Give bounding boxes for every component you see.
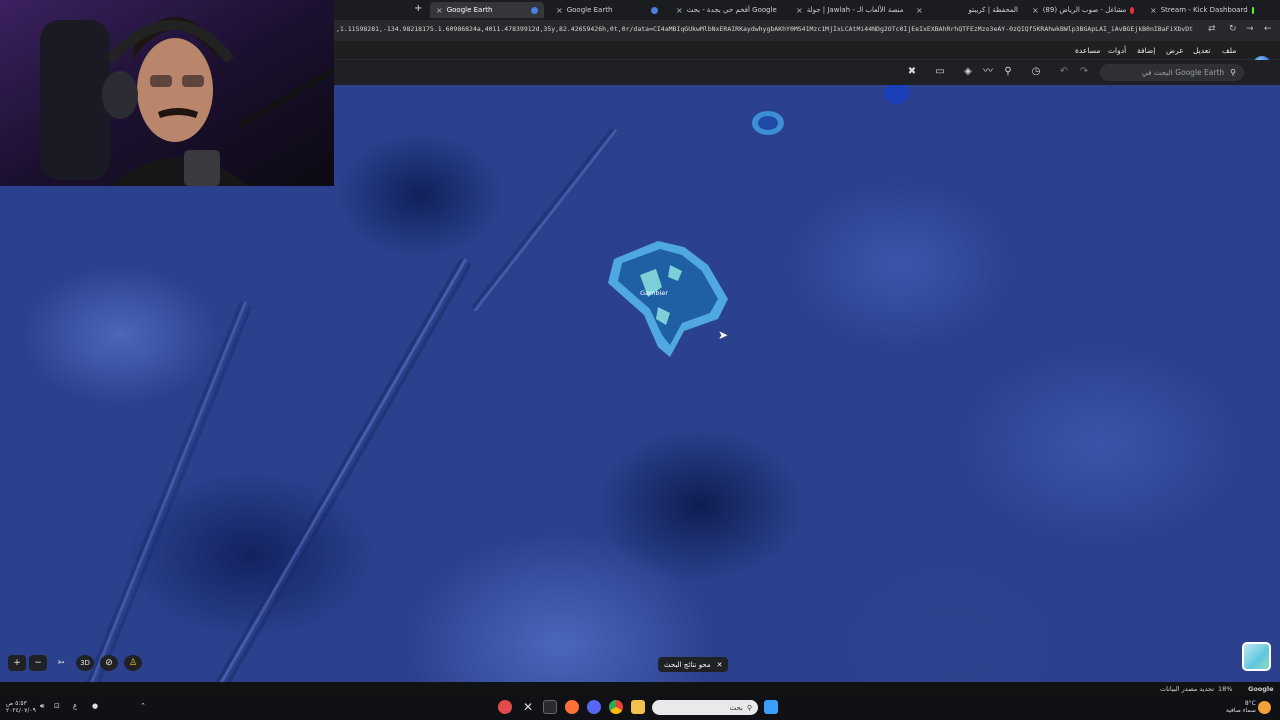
windows-start-icon[interactable] <box>764 700 778 714</box>
windows-taskbar: ✕ <box>0 695 1280 720</box>
menu-help[interactable]: مساعدة <box>1075 46 1100 55</box>
forward-icon[interactable]: → <box>1246 24 1254 34</box>
firefox-icon[interactable] <box>565 700 579 714</box>
mic-icon[interactable]: ● <box>92 702 98 710</box>
language-indicator[interactable]: ع <box>73 702 77 710</box>
site-settings-icon[interactable]: ⇄ <box>1208 24 1216 34</box>
tab-kick-dashboard[interactable]: × Stream - Kick Dashboard <box>1144 2 1260 18</box>
close-tab-icon[interactable]: × <box>556 6 563 15</box>
earth-search-input[interactable]: البحث في Google Earth ⚲ <box>1100 64 1244 81</box>
clock[interactable]: ٥:٥٣ ص ٢٠٢٤/٠٧/٠٩ <box>6 700 36 714</box>
chrome-icon[interactable] <box>609 700 623 714</box>
seafloor-ridge <box>470 126 620 314</box>
screen: Gambier ➤ + × Google Earth × Google Eart… <box>0 0 1280 720</box>
kick-favicon-icon <box>1251 6 1254 14</box>
pegman-icon[interactable]: ♙ <box>124 655 142 671</box>
weather-icon <box>1258 701 1271 714</box>
tab-google-earth-active[interactable]: × Google Earth <box>430 2 544 18</box>
discord-icon[interactable] <box>587 700 601 714</box>
close-tab-icon[interactable]: × <box>676 6 683 15</box>
zoom-in-button[interactable]: + <box>8 655 26 671</box>
layers-icon[interactable]: ◈ <box>962 66 974 78</box>
earth-favicon-icon <box>531 6 538 14</box>
menu-view[interactable]: عرض <box>1166 46 1184 55</box>
tab-crypto[interactable]: × المحفظة | كريبتو <box>910 2 1024 18</box>
street-view-compass-icon[interactable]: ➳ <box>52 655 70 671</box>
scale-readout: 18% <box>1218 685 1233 693</box>
new-tab-button[interactable]: + <box>414 3 422 14</box>
data-attribution-link[interactable]: تحديد مصدر البيانات <box>1160 685 1214 693</box>
menu-tools[interactable]: أدوات <box>1108 46 1126 55</box>
tab-google-search[interactable]: × أفخم حي بجدة - بحث Google <box>670 2 786 18</box>
close-tab-icon[interactable]: × <box>436 6 443 15</box>
earth-status-bar: تحديد مصدر البيانات 18% Google <box>0 682 1280 695</box>
gambier-island[interactable]: Gambier <box>600 235 740 369</box>
search-icon: ⚲ <box>746 703 752 712</box>
seafloor-ridge <box>60 299 254 682</box>
placemark-icon[interactable]: ⚲ <box>1002 66 1014 78</box>
volume-icon[interactable]: 🔊︎ <box>40 702 44 711</box>
menu-file[interactable]: ملف <box>1222 46 1236 55</box>
earth-favicon-icon <box>651 6 658 14</box>
island-label: Gambier <box>640 289 668 297</box>
path-icon[interactable]: 〰 <box>982 66 994 78</box>
close-tab-icon[interactable]: × <box>1032 6 1039 15</box>
youtube-favicon-icon <box>1130 6 1134 14</box>
atoll-reef <box>884 85 910 104</box>
streamer-webcam-image <box>0 0 334 186</box>
url-text[interactable]: ,1.11598281,-134.98218175.1.60986824a,40… <box>336 25 1206 33</box>
compass-icon[interactable]: ⊘ <box>100 655 118 671</box>
clear-search-results-button[interactable]: محو نتائج البحث ✕ <box>658 657 729 672</box>
zoom-out-button[interactable]: − <box>29 655 47 671</box>
close-icon[interactable]: ✕ <box>717 661 723 669</box>
file-explorer-icon[interactable] <box>631 700 645 714</box>
ruler-icon[interactable]: ▭ <box>934 66 946 78</box>
google-logo: Google <box>1248 685 1274 693</box>
taskbar-search-input[interactable]: بحث ⚲ <box>652 700 758 715</box>
search-icon[interactable]: ⚲ <box>1230 68 1236 77</box>
close-tab-icon[interactable]: × <box>796 6 803 15</box>
back-icon[interactable]: ← <box>1264 24 1272 34</box>
undo-icon[interactable]: ↶ <box>1058 66 1070 78</box>
atoll-reef <box>752 111 784 135</box>
view-3d-button[interactable]: 3D <box>76 655 94 671</box>
tab-jawlah[interactable]: × جولة | Jawlah - منصة الألعاب الـ <box>790 2 906 18</box>
network-icon[interactable]: ⊡ <box>54 702 60 710</box>
redo-icon[interactable]: ↷ <box>1078 66 1090 78</box>
mouse-cursor: ➤ <box>718 328 729 342</box>
reload-icon[interactable]: ↻ <box>1229 24 1237 34</box>
capcut-icon[interactable]: ✕ <box>521 700 535 714</box>
app-icon-red[interactable] <box>498 700 512 714</box>
task-view-icon[interactable] <box>543 700 557 714</box>
close-tab-icon[interactable]: × <box>1150 6 1157 15</box>
history-icon[interactable]: ◷ <box>1030 66 1042 78</box>
webcam-overlay <box>0 0 334 186</box>
weather-widget[interactable]: 8°C سماء صافية <box>1226 700 1256 714</box>
tab-mashagel[interactable]: × (89) مشاغل - صوب الرياض <box>1026 2 1140 18</box>
menu-add[interactable]: إضافة <box>1137 46 1155 55</box>
tray-overflow-icon[interactable]: ⌃ <box>140 702 146 710</box>
pin-tool-icon[interactable]: ✖ <box>906 66 918 78</box>
menu-edit[interactable]: تعديل <box>1193 46 1210 55</box>
close-tab-icon[interactable]: × <box>916 6 923 15</box>
tab-google-earth[interactable]: × Google Earth <box>550 2 664 18</box>
map-style-thumbnail[interactable] <box>1242 642 1271 671</box>
